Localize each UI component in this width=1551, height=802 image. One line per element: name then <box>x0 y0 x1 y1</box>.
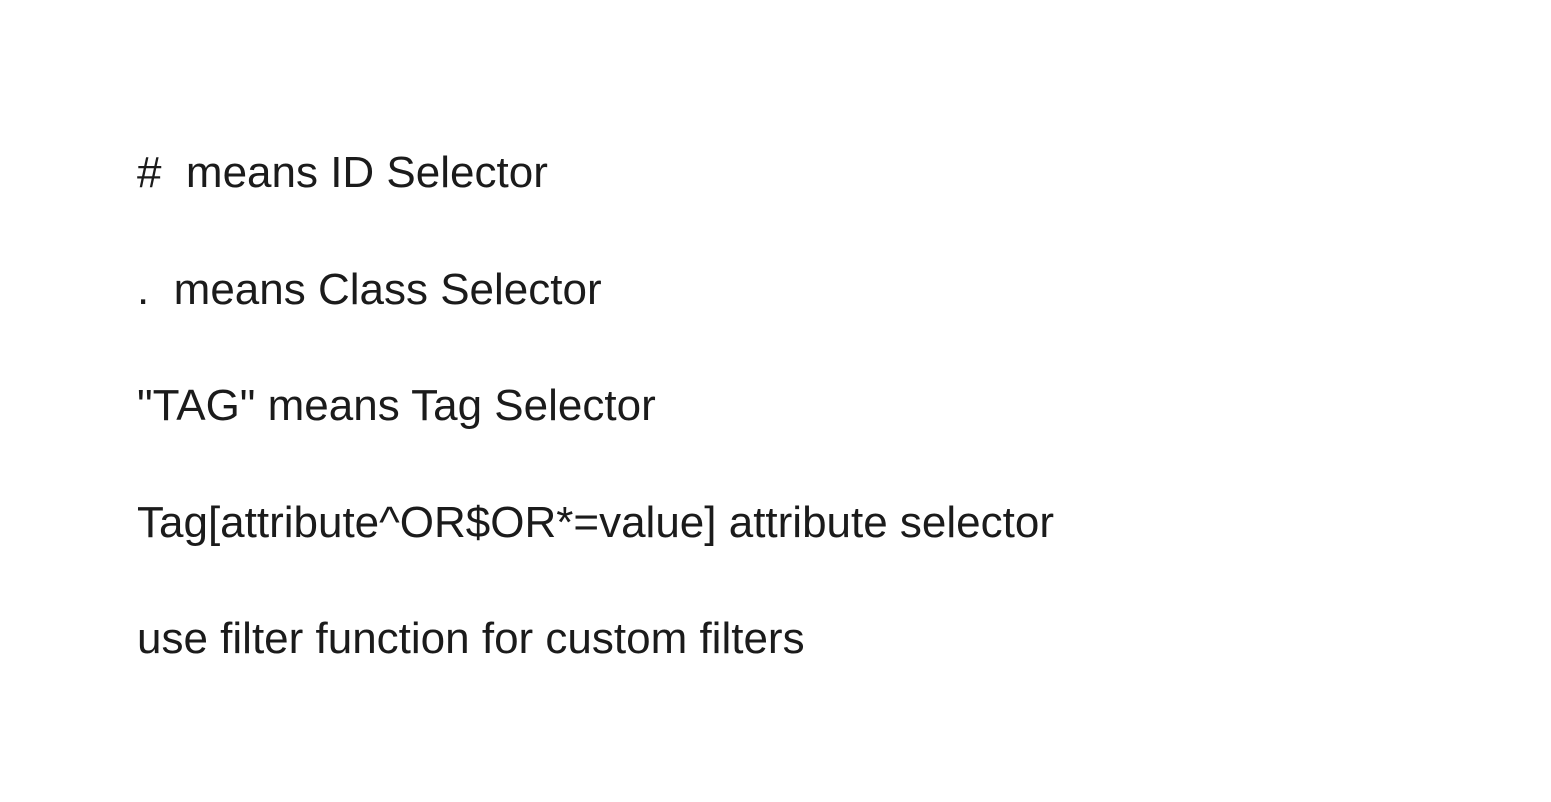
filter-function-note: use filter function for custom filters <box>137 614 805 663</box>
id-selector-note: # means ID Selector <box>137 148 548 197</box>
tag-selector-note: "TAG" means Tag Selector <box>137 381 656 430</box>
class-selector-note: . means Class Selector <box>137 265 602 314</box>
attribute-selector-note: Tag[attribute^OR$OR*=value] attribute se… <box>137 498 1054 547</box>
